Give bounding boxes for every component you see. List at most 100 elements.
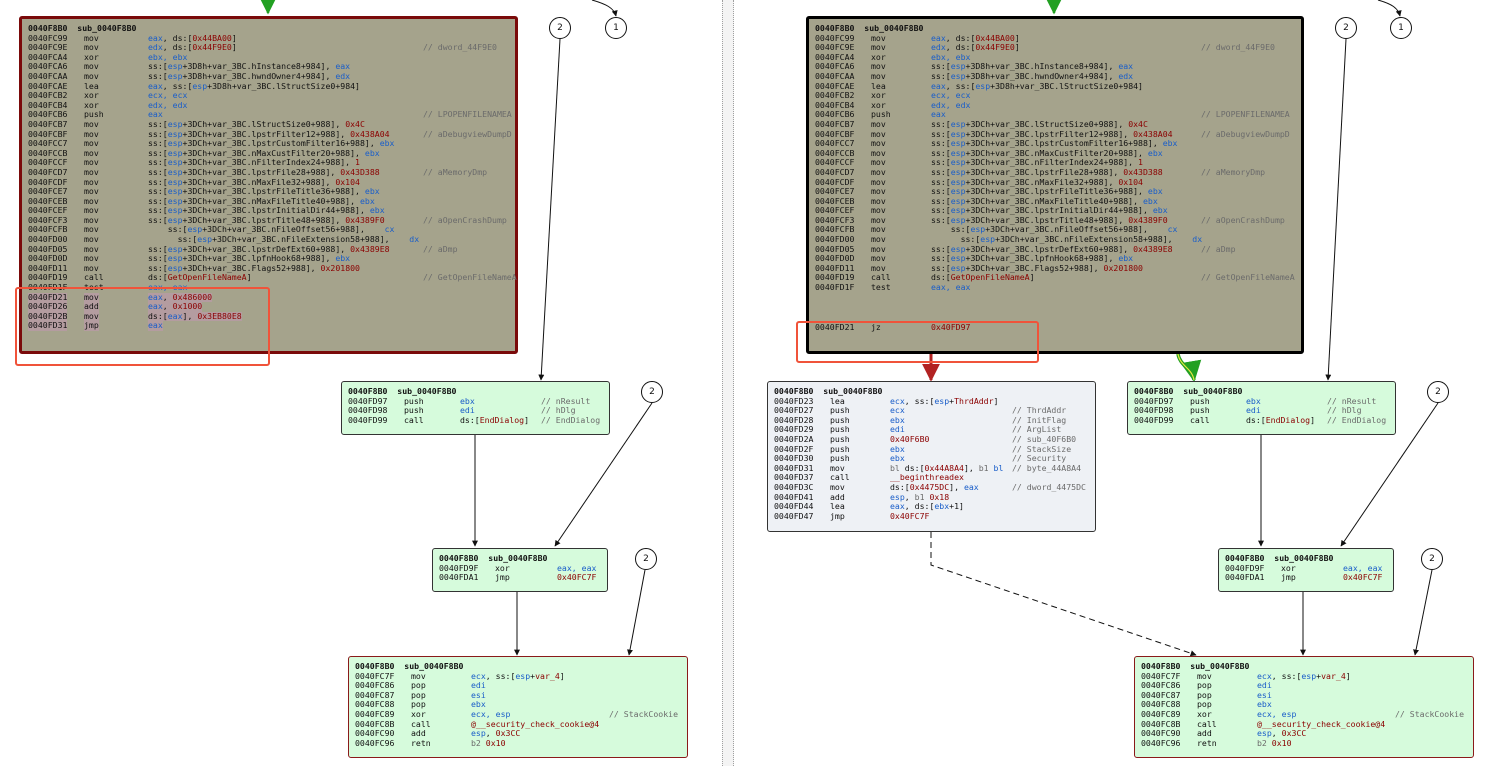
node-ref-badge[interactable]: 2: [1335, 17, 1357, 39]
xor-block[interactable]: 0040F8B0 sub_0040F8B0 0040FD9F xor eax, eax…: [432, 548, 608, 592]
node-ref-badge[interactable]: 1: [1390, 17, 1412, 39]
operand-part: ]: [1310, 414, 1316, 425]
instruction-line[interactable]: 0040FC7F mov ecx, ss:[esp+var_4]: [355, 671, 681, 682]
comment: // dword_4475DC: [1012, 481, 1086, 492]
operand-part: b2: [471, 737, 486, 748]
comment: // EndDialog: [541, 414, 601, 425]
operand-part: edx: [335, 70, 351, 81]
operand-part: edi: [890, 424, 905, 435]
operand-part: ss:[: [148, 176, 168, 187]
instruction-line[interactable]: 0040FD1F test eax, eax: [815, 282, 1295, 293]
operand-part: +3DCh+var_3BC.lpstrCustomFilter16+988],: [965, 138, 1163, 149]
operand-part: edi: [1257, 680, 1272, 691]
operand-part: ss:[: [148, 262, 168, 273]
operand-part: esp: [950, 147, 966, 158]
instruction-line[interactable]: 0040FC90 add esp, 0x3CC: [355, 728, 681, 739]
instruction-address: 0040FC96: [355, 737, 395, 748]
operand-part: esp: [950, 157, 966, 168]
instruction-line[interactable]: 0040FC87 pop esi: [1141, 689, 1467, 701]
instruction-line[interactable]: 0040FDA1 jmp 0x40FC7F: [1225, 572, 1387, 583]
instruction-line[interactable]: 0040FC7F mov ecx, ss:[esp+var_4]: [1141, 670, 1467, 682]
node-ref-badge[interactable]: 2: [1421, 548, 1443, 570]
operand-part: eax: [1118, 61, 1134, 72]
operand-part: eax: [931, 109, 946, 120]
instruction-line[interactable]: 0040FD99 call ds:[EndDialog] // EndDialog: [1134, 414, 1389, 426]
operand-part: 1: [1138, 157, 1143, 168]
operand-part: 0x44F9E0: [975, 42, 1015, 53]
operands: ecx, ss:[esp+ThrdAddr]: [890, 396, 998, 407]
xor-block[interactable]: 0040F8B0 sub_0040F8B0 0040FD9F xor eax, eax…: [1218, 548, 1394, 592]
graph-view-right[interactable]: 0040F8B0 sub_0040F8B0 0040FC99 mov eax, ds:…: [734, 0, 1490, 766]
instruction-line[interactable]: 0040FC9E mov edx, ds:[0x44F9E0]// dword_44…: [28, 42, 509, 53]
operand-part: ebx: [369, 205, 385, 216]
block-header: 0040F8B0 sub_0040F8B0: [815, 23, 1295, 34]
operand-part: ]: [524, 414, 530, 425]
graph-view-left[interactable]: 0040F8B0 sub_0040F8B0 0040FC99 mov eax, ds:…: [0, 0, 722, 766]
beginthread-block[interactable]: 0040F8B0 sub_0040F8B0 0040FD23 lea ecx, ss:…: [767, 381, 1096, 532]
operand-part: esp: [167, 176, 183, 187]
operand-part: esp: [167, 157, 183, 168]
operand-part: +3DCh+var_3BC.lpstrInitialDir44+988],: [965, 205, 1153, 216]
block-address: 0040F8B0: [774, 386, 814, 396]
node-ref-badge[interactable]: 2: [635, 548, 657, 570]
main-code-block[interactable]: 0040F8B0 sub_0040F8B0 0040FC99 mov eax, ds:…: [806, 16, 1304, 354]
node-ref-badge[interactable]: 1: [605, 17, 627, 39]
node-ref-badge[interactable]: 2: [641, 381, 663, 403]
edge-true-branch-glow: [1177, 353, 1195, 381]
epilogue-block[interactable]: 0040F8B0 sub_0040F8B0 0040FC7F mov ecx, ss:…: [1134, 656, 1474, 758]
operand-part: +3DCh+var_3BC.lpfnHook68+988],: [965, 253, 1119, 264]
operand-part: ebx: [335, 253, 351, 264]
operand-part: var_4: [1321, 670, 1346, 681]
operand-part: esi: [1257, 689, 1272, 700]
node-ref-badge[interactable]: 2: [549, 17, 571, 39]
operand-part: +3DCh+var_3BC.nFilterIndex24+988],: [965, 157, 1139, 168]
instruction-line[interactable]: 0040FC96 retn b2 0x10: [1141, 738, 1467, 749]
operand-part: esp: [950, 243, 966, 254]
operand-part: @__security_check_cookie@4: [1257, 718, 1386, 729]
operand-part: eax: [963, 481, 979, 492]
instruction-line[interactable]: 0040FCB2 xor ecx, ecx: [28, 90, 509, 101]
instruction-line[interactable]: 0040FCAE lea eax, ss:[esp+3D8h+var_3BC.lSt…: [815, 80, 1295, 92]
mnemonic: call: [404, 414, 424, 425]
comment: // aDmp: [423, 243, 458, 254]
node-ref-badge[interactable]: 2: [1427, 381, 1449, 403]
enddialog-block[interactable]: 0040F8B0 sub_0040F8B0 0040FD97 push ebx// n…: [341, 381, 610, 435]
instruction-line[interactable]: 0040FD44 lea eax, ds:[ebx+1]: [774, 501, 1089, 512]
mnemonic: test: [871, 282, 891, 293]
operand-part: +3D8h+var_3BC.hInstance8+984]: [965, 61, 1109, 72]
mnemonic: jmp: [1281, 572, 1296, 583]
operand-part: esp: [975, 80, 991, 91]
operand-part: +3D8h+var_3BC.hwndOwner4+984]: [182, 70, 326, 81]
pane-splitter[interactable]: [722, 0, 734, 766]
instruction-line[interactable]: 0040FC86 pop edi: [355, 680, 681, 691]
instruction-line[interactable]: 0040FD47 jmp 0x40FC7F: [774, 511, 1089, 522]
operand-part: 0x201800: [320, 262, 360, 273]
comment: // dword_44F9E0: [1201, 42, 1275, 53]
instruction-line[interactable]: 0040FC9E mov edx, ds:[0x44F9E0]// dword_44…: [815, 42, 1295, 53]
instruction-line[interactable]: 0040FC86 pop edi: [1141, 680, 1467, 691]
enddialog-block[interactable]: 0040F8B0 sub_0040F8B0 0040FD97 push ebx// n…: [1127, 381, 1396, 435]
edge-badge2-to-enddialog: [1325, 38, 1347, 381]
operand-part: bl: [993, 462, 1004, 473]
operand-part: ss:[: [148, 166, 168, 177]
edge-badge2-to-enddialog: [538, 38, 561, 381]
operand-part: ecx: [890, 405, 905, 416]
instruction-line[interactable]: 0040FD99 call ds:[EndDialog] // EndDialog: [348, 414, 603, 426]
instruction-line[interactable]: 0040FCB2 xor ecx, ecx: [815, 90, 1295, 101]
operand-part: b1: [914, 491, 930, 502]
mnemonic: call: [1190, 414, 1210, 425]
instruction-line[interactable]: 0040FC90 add esp, 0x3CC: [1141, 728, 1467, 739]
instruction-line[interactable]: 0040FC96 retn b2 0x10: [355, 737, 681, 749]
instruction-line[interactable]: 0040FDA1 jmp 0x40FC7F: [439, 572, 601, 583]
instruction-line[interactable]: 0040FCAE lea eax, ss:[esp+3D8h+var_3BC.lSt…: [28, 81, 509, 92]
instruction-line[interactable]: 0040FC87 pop esi: [355, 690, 681, 701]
operand-part: ,: [485, 728, 496, 739]
operand-part: @__security_check_cookie@4: [471, 718, 600, 729]
instruction-address: 0040FDA1: [439, 572, 479, 583]
block-address: 0040F8B0: [1141, 661, 1181, 671]
operand-part: ss:[: [148, 243, 168, 254]
operand-part: ]: [1345, 670, 1351, 681]
comment: // aOpenCrashDump: [1201, 214, 1285, 225]
epilogue-block[interactable]: 0040F8B0 sub_0040F8B0 0040FC7F mov ecx, ss:…: [348, 656, 688, 758]
function-name: sub_0040F8B0: [488, 553, 548, 563]
